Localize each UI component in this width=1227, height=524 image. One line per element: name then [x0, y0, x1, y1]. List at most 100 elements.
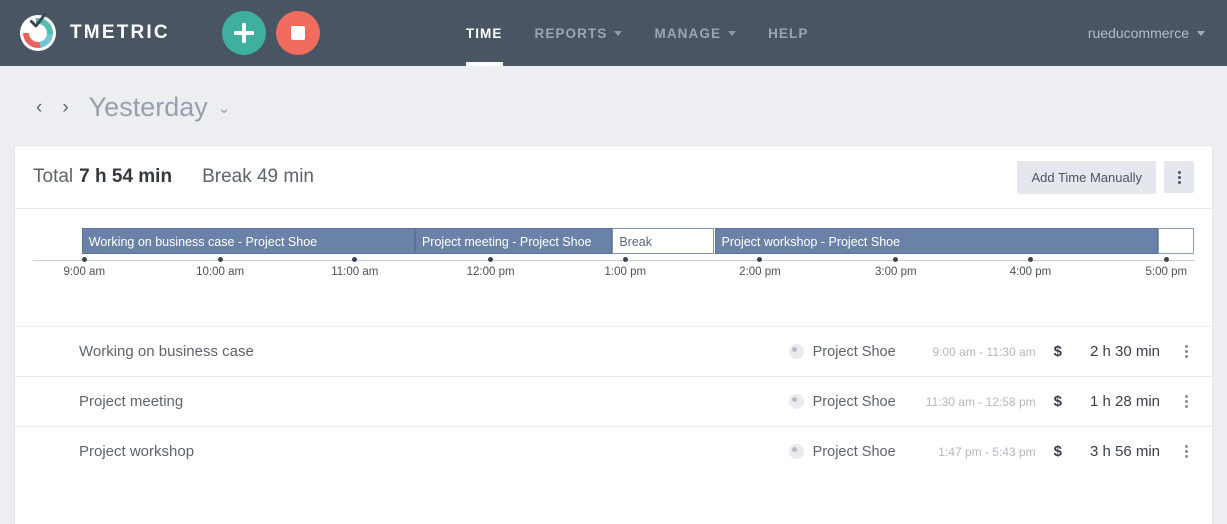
summary-bar: Total 7 h 54 min Break 49 min Add Time M…	[15, 146, 1212, 208]
start-timer-button[interactable]	[221, 11, 266, 55]
timeline-tick-label: 11:00 am	[331, 266, 379, 278]
menu-item-time[interactable]: TIME	[450, 0, 519, 66]
divider	[15, 208, 1212, 209]
timeline-tick: 2:00 pm	[739, 257, 781, 278]
date-navigation-bar: ‹ › Yesterday ⌄	[0, 66, 1227, 123]
timeline-tick: 3:00 pm	[875, 257, 917, 278]
timeline-blocks: Working on business case - Project Shoe P…	[33, 228, 1194, 258]
page-title: Yesterday	[88, 92, 208, 122]
project-icon	[788, 394, 804, 409]
chevron-down-icon	[614, 30, 623, 36]
user-account-menu[interactable]: rueducommerce	[1088, 25, 1205, 41]
entry-duration: 3 h 56 min	[1089, 443, 1160, 460]
menu-item-help-label: HELP	[768, 25, 809, 41]
timeline-block-label: Working on business case - Project Shoe	[88, 235, 318, 249]
entry-time-range: 9:00 am - 11:30 am	[932, 344, 1036, 359]
entry-time-range: 11:30 am - 12:58 pm	[925, 394, 1036, 409]
timeline-tick-dot	[81, 257, 87, 262]
entry-kebab-menu-button[interactable]	[1178, 395, 1194, 408]
timeline-section: Working on business case - Project Shoe P…	[15, 208, 1212, 282]
billable-dollar-icon[interactable]: $	[1054, 443, 1062, 460]
top-navigation-bar: TMETRIC TIME REPORTS MANAGE HELP rueduco…	[0, 0, 1227, 66]
next-day-button[interactable]: ›	[52, 94, 78, 121]
stop-square-icon	[290, 26, 305, 40]
total-value: 7 h 54 min	[79, 166, 173, 187]
summary-actions: Add Time Manually	[1017, 160, 1194, 194]
timeline-tick: 5:00 pm	[1146, 257, 1187, 278]
timeline-tick-label: 9:00 am	[63, 266, 106, 278]
timeline-empty-block[interactable]	[1158, 228, 1194, 254]
menu-item-time-label: TIME	[465, 25, 503, 41]
timeline-block-label: Project workshop - Project Shoe	[721, 235, 901, 249]
menu-item-manage[interactable]: MANAGE	[638, 0, 752, 66]
chevron-down-icon	[728, 30, 737, 36]
timeline-tick: 4:00 pm	[1010, 257, 1051, 278]
user-account-name: rueducommerce	[1087, 25, 1189, 41]
entry-project[interactable]: Project Shoe	[813, 444, 896, 460]
timeline-task-block[interactable]: Project meeting - Project Shoe	[414, 228, 613, 254]
timeline-tick: 1:00 pm	[605, 257, 646, 278]
break-label: Break 49 min	[202, 166, 315, 187]
timeline-tick-label: 4:00 pm	[1009, 266, 1052, 278]
tmetric-logo-icon	[20, 13, 56, 51]
timeline-tick-label: 12:00 pm	[466, 266, 515, 278]
main-menu: TIME REPORTS MANAGE HELP	[450, 0, 825, 66]
timeline-break-block[interactable]: Break	[612, 228, 715, 254]
timeline-tick: 9:00 am	[63, 257, 105, 278]
summary-kebab-menu-button[interactable]	[1164, 161, 1194, 193]
brand-logo[interactable]: TMETRIC	[20, 13, 170, 51]
timeline-tick-dot	[622, 257, 628, 262]
time-entry-list: Working on business case Project Shoe 9:00…	[15, 326, 1212, 476]
timeline-tick-label: 5:00 pm	[1145, 266, 1188, 278]
timeline-tick-dot	[757, 257, 763, 262]
previous-day-button[interactable]: ‹	[26, 94, 52, 121]
timeline-tick-dot	[1027, 257, 1033, 262]
entry-duration: 1 h 28 min	[1089, 393, 1160, 410]
menu-item-reports-label: REPORTS	[534, 25, 608, 41]
menu-item-reports[interactable]: REPORTS	[519, 0, 639, 66]
entry-duration: 2 h 30 min	[1089, 343, 1160, 360]
entry-details: Project Shoe 11:30 am - 12:58 pm $1 h 28 m…	[788, 393, 1194, 410]
timeline-task-block[interactable]: Project workshop - Project Shoe	[714, 228, 1158, 254]
brand-name: TMETRIC	[70, 22, 170, 43]
stop-timer-button[interactable]	[275, 11, 320, 55]
add-time-manually-button[interactable]: Add Time Manually	[1017, 160, 1156, 194]
entry-title: Project meeting	[79, 393, 184, 410]
date-picker-chevron-down-icon[interactable]: ⌄	[218, 99, 231, 117]
timeline-tick-dot	[488, 257, 494, 262]
entry-project[interactable]: Project Shoe	[813, 344, 896, 360]
plus-icon	[233, 23, 254, 43]
table-row[interactable]: Project meeting Project Shoe 11:30 am - 12…	[15, 376, 1212, 426]
entry-title: Project workshop	[79, 443, 195, 460]
timeline-tick: 10:00 am	[196, 257, 244, 278]
timer-controls	[221, 11, 320, 55]
timeline-tick-label: 10:00 am	[196, 266, 245, 278]
menu-item-manage-label: MANAGE	[654, 25, 722, 41]
entry-kebab-menu-button[interactable]	[1178, 445, 1194, 458]
timeline-axis: 9:00 am 10:00 am 11:00 am 12:00 pm 1:00 pm 2:…	[33, 257, 1194, 282]
billable-dollar-icon[interactable]: $	[1054, 393, 1062, 410]
timeline-tick-label: 3:00 pm	[875, 266, 917, 278]
timeline-tick-label: 2:00 pm	[739, 266, 781, 278]
table-row[interactable]: Working on business case Project Shoe 9:00…	[15, 326, 1212, 376]
timeline-block-label: Project meeting - Project Shoe	[421, 235, 592, 249]
project-icon	[788, 444, 804, 459]
timeline-tick: 11:00 am	[331, 257, 378, 278]
project-icon	[788, 344, 804, 359]
timeline-tick: 12:00 pm	[467, 257, 515, 278]
timeline-task-block[interactable]: Working on business case - Project Shoe	[81, 228, 415, 254]
timeline-tick-dot	[893, 257, 899, 262]
menu-item-help[interactable]: HELP	[752, 0, 824, 66]
timeline-tick-dot	[352, 257, 358, 262]
entry-title: Working on business case	[79, 343, 254, 360]
entry-kebab-menu-button[interactable]	[1178, 345, 1194, 358]
entry-project[interactable]: Project Shoe	[813, 394, 896, 410]
table-row[interactable]: Project workshop Project Shoe 1:47 pm - 5:…	[15, 426, 1212, 476]
chevron-down-icon	[1197, 30, 1205, 36]
timeline-tick-dot	[1163, 257, 1169, 262]
timeline-tick-label: 1:00 pm	[604, 266, 647, 278]
entry-details: Project Shoe 9:00 am - 11:30 am $2 h 30 mi…	[788, 343, 1194, 360]
total-label: Total	[33, 166, 74, 187]
checkmark-icon	[29, 13, 47, 28]
billable-dollar-icon[interactable]: $	[1054, 343, 1062, 360]
